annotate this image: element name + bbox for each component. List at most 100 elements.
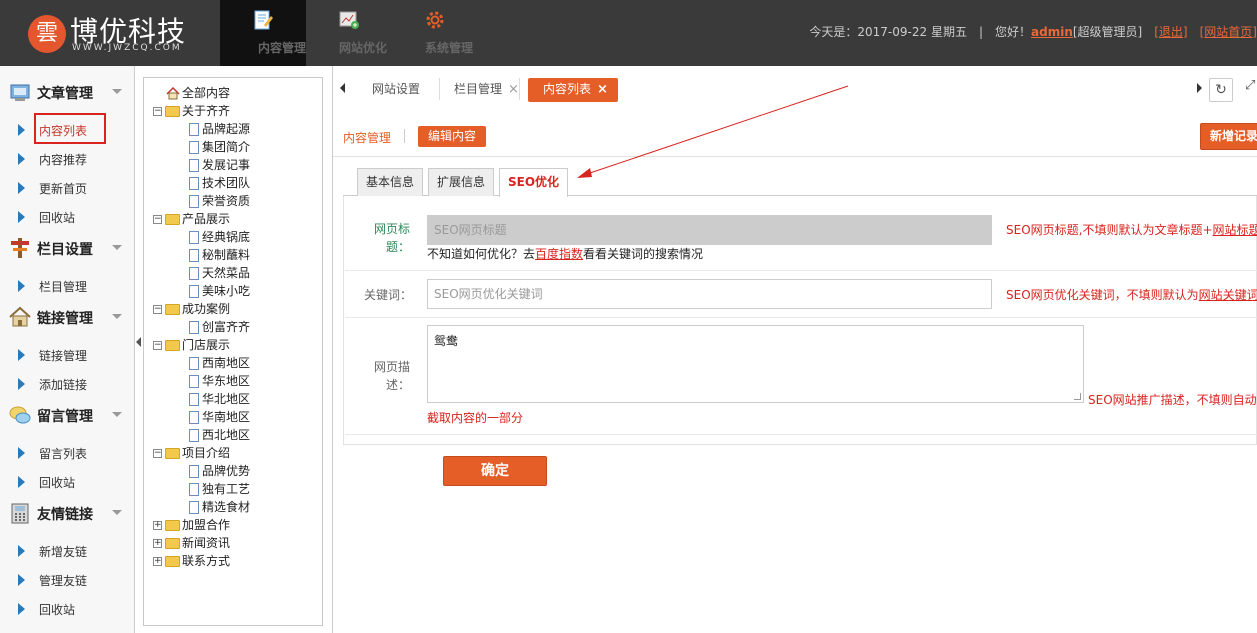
tree-node-label: 成功案例 bbox=[182, 302, 231, 316]
collapse-icon[interactable]: − bbox=[153, 215, 162, 224]
subtab-seo[interactable]: SEO优化 bbox=[499, 168, 569, 197]
seo-title-input[interactable]: SEO网页标题 bbox=[427, 215, 992, 245]
tab-scroll-left-icon[interactable] bbox=[340, 83, 345, 93]
collapse-icon[interactable]: − bbox=[153, 305, 162, 314]
nav-site-optimization[interactable]: 网站优化 bbox=[311, 0, 387, 66]
tree-node[interactable]: + 联系方式 bbox=[153, 553, 230, 569]
expand-icon[interactable]: + bbox=[153, 557, 162, 566]
site-keywords-link[interactable]: 网站关键词 bbox=[1199, 288, 1257, 302]
sidebar-item-manage-friend-link[interactable]: 管理友链 bbox=[0, 566, 134, 592]
site-title-link[interactable]: 网站标题 bbox=[1213, 223, 1257, 237]
expand-icon[interactable]: + bbox=[153, 521, 162, 530]
tree-node[interactable]: − 项目介绍 bbox=[153, 445, 230, 461]
tree-leaf[interactable]: 发展记事 bbox=[189, 157, 250, 173]
breadcrumb-section[interactable]: 内容管理 bbox=[343, 129, 391, 146]
sidebar-item-column-management[interactable]: 栏目管理 bbox=[0, 272, 134, 298]
breadcrumb-separator bbox=[404, 129, 405, 143]
tree-leaf[interactable]: 集团简介 bbox=[189, 139, 250, 155]
document-icon bbox=[189, 231, 199, 244]
seo-keywords-input[interactable]: SEO网页优化关键词 bbox=[427, 279, 992, 309]
tree-leaf[interactable]: 精选食材 bbox=[189, 499, 250, 515]
tree-leaf[interactable]: 西南地区 bbox=[189, 355, 250, 371]
tree-leaf[interactable]: 华东地区 bbox=[189, 373, 250, 389]
sidebar-group-column[interactable]: 栏目设置 bbox=[0, 230, 134, 264]
nav-content-management[interactable]: 内容管理 bbox=[220, 0, 306, 66]
tree-leaf[interactable]: 天然菜品 bbox=[189, 265, 250, 281]
subtab-extended-info[interactable]: 扩展信息 bbox=[428, 168, 495, 196]
web-optimize-icon bbox=[339, 11, 359, 29]
tree-node-label: 独有工艺 bbox=[202, 482, 251, 496]
site-home-link[interactable]: [网站首页] bbox=[1200, 25, 1257, 39]
expand-icon[interactable]: + bbox=[153, 539, 162, 548]
fullscreen-icon[interactable]: ⤢ bbox=[1245, 78, 1255, 93]
nav-system-management[interactable]: 系统管理 bbox=[397, 0, 473, 66]
logout-link[interactable]: [退出] bbox=[1154, 25, 1187, 39]
sidebar-group-friend-link[interactable]: 友情链接 bbox=[0, 495, 134, 529]
seo-description-textarea[interactable]: 鸳鸯 bbox=[427, 325, 1084, 403]
refresh-icon[interactable]: ↻ bbox=[1209, 78, 1233, 102]
tree-node[interactable]: + 加盟合作 bbox=[153, 517, 230, 533]
tree-leaf[interactable]: 华南地区 bbox=[189, 409, 250, 425]
sidebar-group-article[interactable]: 文章管理 bbox=[0, 74, 134, 108]
sidebar-group-link[interactable]: 链接管理 bbox=[0, 299, 134, 333]
sidebar-item-content-list[interactable]: 内容列表 bbox=[0, 113, 134, 144]
article-icon bbox=[10, 84, 30, 101]
sidebar-group-message[interactable]: 留言管理 bbox=[0, 397, 134, 431]
resize-grip-icon[interactable] bbox=[1074, 393, 1081, 400]
tree-leaf[interactable]: 技术团队 bbox=[189, 175, 250, 191]
tree-node[interactable]: − 成功案例 bbox=[153, 301, 230, 317]
sidebar-item-link-management[interactable]: 链接管理 bbox=[0, 341, 134, 367]
tree-leaf[interactable]: 荣誉资质 bbox=[189, 193, 250, 209]
tree-node[interactable]: − 门店展示 bbox=[153, 337, 230, 353]
tab-scroll-right-icon[interactable] bbox=[1197, 83, 1202, 93]
tree-node[interactable]: − 关于齐齐 bbox=[153, 103, 230, 119]
tab-close-icon[interactable]: × bbox=[508, 82, 519, 97]
hint-prefix: 不知道如何优化？去 bbox=[427, 247, 536, 261]
sidebar-item-message-list[interactable]: 留言列表 bbox=[0, 439, 134, 465]
tree-node[interactable]: + 新闻资讯 bbox=[153, 535, 230, 551]
sidebar-item-label: 添加链接 bbox=[39, 378, 88, 392]
tree-node-label: 秘制蘸料 bbox=[202, 248, 251, 262]
tab-close-icon[interactable]: × bbox=[597, 82, 608, 97]
collapse-sidebar-toggle[interactable] bbox=[136, 337, 141, 347]
sidebar-item-message-recycle[interactable]: 回收站 bbox=[0, 468, 134, 494]
collapse-icon[interactable]: − bbox=[153, 107, 162, 116]
description-value: 鸳鸯 bbox=[434, 334, 459, 348]
sidebar-item-add-link[interactable]: 添加链接 bbox=[0, 370, 134, 396]
sidebar-item-recycle-bin[interactable]: 回收站 bbox=[0, 203, 134, 229]
tree-leaf[interactable]: 华北地区 bbox=[189, 391, 250, 407]
sidebar-item-add-friend-link[interactable]: 新增友链 bbox=[0, 537, 134, 563]
tree-leaf[interactable]: 秘制蘸料 bbox=[189, 247, 250, 263]
keywords-tip: SEO网页优化关键词，不填则默认为网站关键词 bbox=[1006, 286, 1257, 303]
tab-bar: 网站设置 栏目管理 × 内容列表 × ↻ ⤢ bbox=[333, 66, 1257, 112]
sidebar-item-friend-recycle[interactable]: 回收站 bbox=[0, 595, 134, 621]
baidu-index-link[interactable]: 百度指数 bbox=[535, 247, 583, 261]
tree-leaf[interactable]: 创富齐齐 bbox=[189, 319, 250, 335]
subtab-basic-info[interactable]: 基本信息 bbox=[357, 168, 424, 196]
add-record-button[interactable]: 新增记录 bbox=[1200, 123, 1257, 150]
tree-leaf[interactable]: 品牌起源 bbox=[189, 121, 250, 137]
submit-button[interactable]: 确定 bbox=[443, 456, 547, 486]
tree-node[interactable]: − 产品展示 bbox=[153, 211, 230, 227]
tab-column-management[interactable]: 栏目管理 × bbox=[454, 78, 519, 102]
tree-node-label: 华北地区 bbox=[202, 392, 251, 406]
tree-node-label: 新闻资讯 bbox=[182, 536, 231, 550]
sidebar-item-update-home[interactable]: 更新首页 bbox=[0, 174, 134, 200]
tab-site-settings[interactable]: 网站设置 bbox=[372, 78, 420, 102]
username-link[interactable]: admin bbox=[1031, 25, 1073, 39]
collapse-icon[interactable]: − bbox=[153, 449, 162, 458]
tree-leaf[interactable]: 经典锅底 bbox=[189, 229, 250, 245]
sidebar-item-label: 更新首页 bbox=[39, 182, 88, 196]
tab-content-list[interactable]: 内容列表 × bbox=[528, 78, 618, 102]
tree-leaf[interactable]: 品牌优势 bbox=[189, 463, 250, 479]
logo-mark: 雲 bbox=[28, 15, 66, 53]
tree-leaf[interactable]: 独有工艺 bbox=[189, 481, 250, 497]
tree-node-label: 门店展示 bbox=[182, 338, 231, 352]
sidebar-item-label: 内容推荐 bbox=[39, 153, 88, 167]
tree-root[interactable]: 全部内容 bbox=[166, 85, 230, 101]
collapse-icon[interactable]: − bbox=[153, 341, 162, 350]
folder-icon bbox=[165, 520, 180, 531]
tree-leaf[interactable]: 美味小吃 bbox=[189, 283, 250, 299]
sidebar-item-content-recommend[interactable]: 内容推荐 bbox=[0, 145, 134, 171]
tree-leaf[interactable]: 西北地区 bbox=[189, 427, 250, 443]
